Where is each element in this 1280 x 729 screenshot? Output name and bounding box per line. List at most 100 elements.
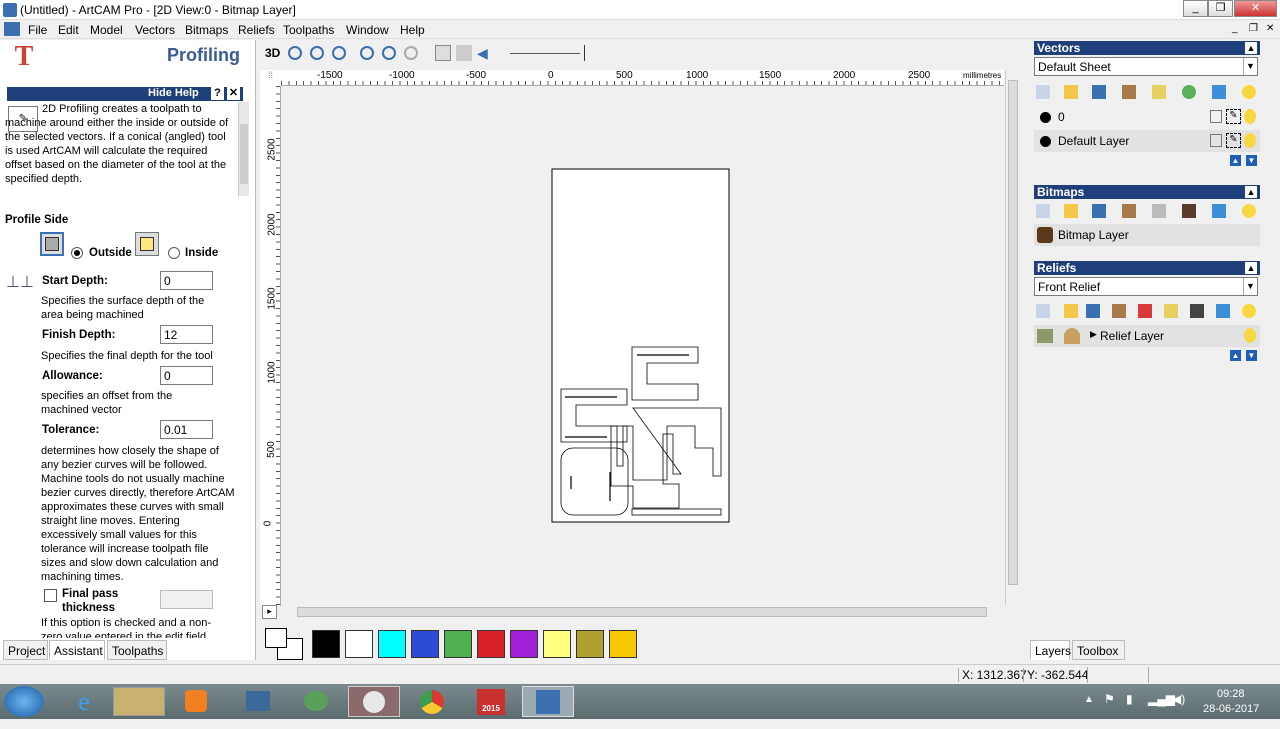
- volume-icon[interactable]: ◀): [1172, 692, 1185, 706]
- file-explorer-icon[interactable]: [113, 687, 165, 716]
- layer-color-dot[interactable]: [1040, 112, 1051, 123]
- zoom-box-icon[interactable]: [332, 46, 346, 60]
- vector-drawing[interactable]: [281, 86, 1003, 605]
- solidworks-icon[interactable]: 2015: [465, 687, 517, 716]
- visibility-bulb-icon[interactable]: [1244, 109, 1256, 124]
- zoom-out-icon[interactable]: [310, 46, 324, 60]
- inside-profile-icon[interactable]: [135, 232, 159, 256]
- color-swatch[interactable]: [312, 630, 340, 658]
- mdi-restore-button[interactable]: ❐: [1249, 23, 1258, 34]
- menu-bitmaps[interactable]: Bitmaps: [185, 23, 228, 37]
- move-relief-down-button[interactable]: ▼: [1246, 350, 1257, 361]
- edit-icon[interactable]: ✎: [1226, 109, 1241, 124]
- final-pass-checkbox[interactable]: [44, 589, 57, 602]
- color-swatch[interactable]: [444, 630, 472, 658]
- inside-radio[interactable]: [168, 247, 180, 259]
- scroll-toggle-icon[interactable]: ▸: [262, 605, 277, 619]
- action-center-icon[interactable]: ⚑: [1104, 692, 1115, 706]
- vector-layer-default[interactable]: Default Layer ✎: [1034, 130, 1260, 152]
- move-layer-up-button[interactable]: ▲: [1230, 155, 1241, 166]
- lightbulb-icon[interactable]: [1242, 85, 1256, 99]
- tab-project[interactable]: Project: [3, 640, 48, 660]
- app-icon-blue[interactable]: [232, 687, 284, 716]
- save-relief-icon[interactable]: [1086, 304, 1100, 318]
- zoom-sel-icon[interactable]: [404, 46, 418, 60]
- show-relief-icon[interactable]: ◀: [477, 45, 493, 61]
- menu-help[interactable]: Help: [400, 23, 425, 37]
- relief-layer[interactable]: ▶ Relief Layer: [1034, 325, 1260, 347]
- menu-vectors[interactable]: Vectors: [135, 23, 175, 37]
- help-scrollbar[interactable]: [238, 102, 249, 196]
- vector-layer-0[interactable]: 0 ✎: [1034, 106, 1260, 128]
- color-swatch[interactable]: [477, 630, 505, 658]
- app-icon-people[interactable]: [290, 687, 342, 716]
- drawing-canvas[interactable]: [281, 86, 1003, 605]
- open-relief-icon[interactable]: [1064, 304, 1078, 318]
- snipping-tool-icon[interactable]: [348, 686, 400, 717]
- zoom-fit-icon[interactable]: [360, 46, 374, 60]
- sheet-select[interactable]: Default Sheet ▼: [1034, 57, 1258, 76]
- merge-layer-icon[interactable]: [1182, 85, 1196, 99]
- media-player-icon[interactable]: [170, 687, 222, 716]
- relief-mode-icon[interactable]: [1064, 328, 1080, 344]
- hide-help-link[interactable]: Hide Help: [148, 87, 199, 99]
- tab-toolpaths[interactable]: Toolpaths: [107, 640, 167, 660]
- zoom-prev-icon[interactable]: [382, 46, 396, 60]
- power-icon[interactable]: ▮: [1126, 692, 1133, 706]
- restore-button[interactable]: ❐: [1208, 0, 1233, 17]
- color-swatch[interactable]: [543, 630, 571, 658]
- color-swatch[interactable]: [510, 630, 538, 658]
- lock-icon[interactable]: [1210, 134, 1222, 147]
- outside-radio[interactable]: [71, 247, 83, 259]
- menu-toolpaths[interactable]: Toolpaths: [283, 23, 334, 37]
- bitmap-layer[interactable]: Bitmap Layer: [1034, 224, 1260, 246]
- lightbulb-icon[interactable]: [1242, 204, 1256, 218]
- menu-model[interactable]: Model: [90, 23, 123, 37]
- clock-time[interactable]: 09:28: [1217, 688, 1245, 700]
- internet-explorer-icon[interactable]: e: [58, 687, 110, 716]
- menu-file[interactable]: File: [28, 23, 47, 37]
- menu-reliefs[interactable]: Reliefs: [238, 23, 275, 37]
- help-question-button[interactable]: ?: [211, 87, 224, 100]
- blend-slider[interactable]: [510, 53, 580, 54]
- copy-relief-icon[interactable]: [1112, 304, 1126, 318]
- film-relief-icon[interactable]: [1190, 304, 1204, 318]
- tab-toolbox[interactable]: Toolbox: [1072, 640, 1125, 660]
- chrome-icon[interactable]: [406, 687, 458, 716]
- open-bitmap-icon[interactable]: [1064, 204, 1078, 218]
- tray-arrow-icon[interactable]: ▲: [1084, 694, 1094, 705]
- copy-layer-icon[interactable]: [1122, 85, 1136, 99]
- zoom-in-icon[interactable]: [288, 46, 302, 60]
- image-bitmap-icon[interactable]: [1182, 204, 1196, 218]
- color-swatch[interactable]: [411, 630, 439, 658]
- paste-relief-icon[interactable]: [1164, 304, 1178, 318]
- clock-date[interactable]: 28-06-2017: [1203, 703, 1259, 715]
- start-button[interactable]: [4, 686, 44, 717]
- move-layer-down-button[interactable]: ▼: [1246, 155, 1257, 166]
- color-swatch[interactable]: [345, 630, 373, 658]
- tab-assistant[interactable]: Assistant: [49, 640, 105, 660]
- close-button[interactable]: ✕: [1234, 0, 1277, 17]
- show-bitmap-icon[interactable]: [456, 45, 472, 61]
- outside-profile-icon[interactable]: [40, 232, 64, 256]
- horizontal-scrollbar[interactable]: [281, 605, 1001, 619]
- view-3d-button[interactable]: 3D: [265, 46, 280, 60]
- allowance-input[interactable]: 0: [160, 366, 213, 385]
- artcam-menu-icon[interactable]: [4, 22, 20, 36]
- save-bitmap-icon[interactable]: [1092, 204, 1106, 218]
- help-close-button[interactable]: ✕: [227, 87, 240, 100]
- paste-layer-icon[interactable]: [1152, 85, 1166, 99]
- menu-window[interactable]: Window: [346, 23, 389, 37]
- edit-icon[interactable]: ✎: [1226, 133, 1241, 148]
- primary-secondary-color[interactable]: [265, 628, 305, 660]
- mdi-close-button[interactable]: ✕: [1266, 23, 1274, 34]
- grey-bitmap-icon[interactable]: [1152, 204, 1166, 218]
- lightbulb-icon[interactable]: [1242, 304, 1256, 318]
- visibility-bulb-icon[interactable]: [1244, 328, 1256, 343]
- combine-relief-icon[interactable]: [1138, 304, 1152, 318]
- copy-bitmap-icon[interactable]: [1122, 204, 1136, 218]
- layer-color-dot[interactable]: [1040, 136, 1051, 147]
- new-bitmap-icon[interactable]: [1036, 204, 1050, 218]
- relief-select[interactable]: Front Relief ▼: [1034, 277, 1258, 296]
- new-layer-icon[interactable]: [1036, 85, 1050, 99]
